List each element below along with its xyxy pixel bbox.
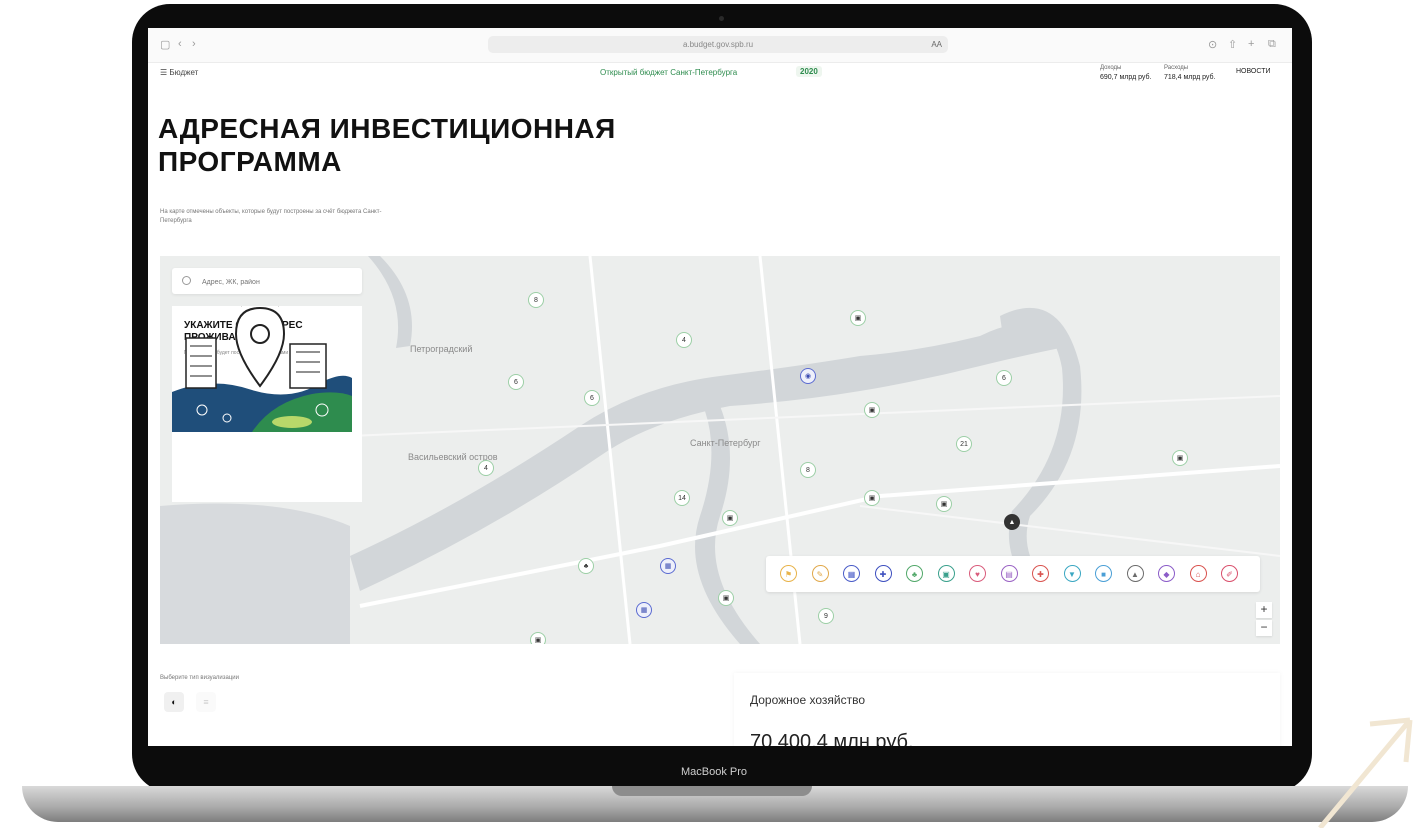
sector-summary-card[interactable]: Дорожное хозяйство 70 400,4 млн руб. bbox=[734, 673, 1280, 746]
view-globe-button[interactable]: ◐ bbox=[164, 692, 184, 712]
map-marker-school[interactable]: ▦ bbox=[636, 602, 652, 618]
stat-value: 718,4 млрд руб. bbox=[1164, 74, 1216, 81]
map-marker-school[interactable]: ▣ bbox=[864, 402, 880, 418]
tabs-overview-icon[interactable]: ⧉ bbox=[1268, 38, 1276, 51]
sidebar-toggle-icon[interactable]: ▢ bbox=[160, 38, 170, 51]
sector-amount: 70 400,4 млн руб. bbox=[750, 731, 914, 746]
school-icon[interactable]: ▦ bbox=[843, 565, 860, 582]
download-icon[interactable]: ⊙ bbox=[1208, 38, 1217, 51]
transport-icon[interactable]: ▣ bbox=[937, 565, 955, 582]
category-filter-bar: ⚑ ✎ ▦ ✚ ♣ ▣ ♥ ▤ ✚ ▼ ■ ▲ ◆ ⌂ ✐ bbox=[766, 556, 1260, 592]
map-marker[interactable]: 6 bbox=[508, 374, 524, 390]
sport-icon[interactable]: ✎ bbox=[811, 565, 829, 582]
map-marker-school[interactable]: ▣ bbox=[722, 510, 738, 526]
map-marker-school[interactable]: ▣ bbox=[850, 310, 866, 326]
news-link[interactable]: НОВОСТИ bbox=[1236, 68, 1271, 75]
title-line-2: ПРОГРАММА bbox=[158, 146, 342, 177]
city-pin-illustration bbox=[172, 306, 352, 432]
water-icon[interactable]: ▼ bbox=[1063, 565, 1081, 582]
title-line-1: АДРЕСНАЯ ИНВЕСТИЦИОННАЯ bbox=[158, 113, 616, 144]
building-icon[interactable]: ▤ bbox=[1000, 565, 1018, 582]
zoom-out-button[interactable]: − bbox=[1256, 620, 1272, 636]
year-selector[interactable]: 2020 bbox=[796, 66, 822, 77]
map-marker-school[interactable]: ▣ bbox=[1172, 450, 1188, 466]
bus-icon[interactable]: ■ bbox=[1095, 565, 1112, 582]
url-text: a.budget.gov.spb.ru bbox=[682, 40, 754, 49]
map-marker-school[interactable]: ▣ bbox=[530, 632, 546, 644]
map-marker[interactable]: 21 bbox=[956, 436, 972, 452]
page-title: АДРЕСНАЯ ИНВЕСТИЦИОННАЯ ПРОГРАММА bbox=[158, 112, 616, 178]
screen: ▢ ‹ › a.budget.gov.spb.ru AA ⊙ ⇧ + ⧉ ☰ Б… bbox=[148, 28, 1292, 746]
address-bar[interactable]: a.budget.gov.spb.ru AA bbox=[488, 36, 948, 53]
header-portal-name: Открытый бюджет Санкт-Петербурга bbox=[600, 68, 738, 77]
map-marker[interactable]: 6 bbox=[584, 390, 600, 406]
browser-toolbar: ▢ ‹ › a.budget.gov.spb.ru AA ⊙ ⇧ + ⧉ bbox=[148, 28, 1292, 63]
map-marker-park[interactable]: ♣ bbox=[578, 558, 594, 574]
laptop-hinge-notch bbox=[612, 786, 812, 796]
forward-arrow-icon[interactable]: › bbox=[192, 38, 196, 50]
map-marker-cluster[interactable]: ◉ bbox=[800, 368, 816, 384]
road-icon[interactable]: ✐ bbox=[1221, 565, 1238, 582]
stat-label: Расходы bbox=[1164, 65, 1189, 71]
map-marker[interactable]: 9 bbox=[818, 608, 834, 624]
map-marker[interactable]: 14 bbox=[674, 490, 690, 506]
decorative-arrow-icon bbox=[1318, 717, 1413, 828]
list-icon: ≡ bbox=[203, 697, 209, 707]
share-icon[interactable]: ⇧ bbox=[1228, 38, 1237, 51]
back-arrow-icon[interactable]: ‹ bbox=[178, 38, 182, 50]
globe-icon: ◐ bbox=[171, 697, 177, 707]
culture-icon[interactable]: ♥ bbox=[969, 565, 986, 582]
church-icon[interactable]: ▲ bbox=[1126, 565, 1144, 582]
address-prompt-card: УКАЖИТЕ СВОЙ АДРЕС ПРОЖИВАНИЯ Покажем, ч… bbox=[172, 306, 362, 502]
map-marker[interactable]: 8 bbox=[800, 462, 816, 478]
map-marker-school[interactable]: ▣ bbox=[864, 490, 880, 506]
map-marker-school[interactable]: ▦ bbox=[660, 558, 676, 574]
stat-value: 690,7 млрд руб. bbox=[1100, 74, 1152, 81]
sector-title: Дорожное хозяйство bbox=[750, 693, 866, 707]
device-brand-label: MacBook Pro bbox=[680, 766, 748, 778]
visualization-label: Выберите тип визуализации bbox=[160, 675, 239, 681]
new-tab-icon[interactable]: + bbox=[1248, 38, 1254, 50]
bay-water bbox=[160, 503, 350, 644]
museum-icon[interactable]: ◆ bbox=[1158, 565, 1175, 582]
map-marker[interactable]: 4 bbox=[478, 460, 494, 476]
investment-map[interactable]: Санкт-Петербург Васильевский остров Петр… bbox=[160, 256, 1280, 644]
camera-icon bbox=[719, 16, 724, 21]
district-label: Петроградский bbox=[410, 344, 473, 354]
site-header: ☰ Бюджет Открытый бюджет Санкт-Петербург… bbox=[148, 62, 1292, 86]
stat-expense: Расходы 718,4 млрд руб. bbox=[1164, 64, 1215, 82]
page-description: На карте отмечены объекты, которые будут… bbox=[160, 209, 382, 224]
education-icon[interactable]: ⚑ bbox=[780, 565, 797, 582]
stat-label: Доходы bbox=[1100, 65, 1122, 71]
map-marker-school[interactable]: ▣ bbox=[936, 496, 952, 512]
view-list-button[interactable]: ≡ bbox=[196, 692, 216, 712]
map-marker[interactable]: 6 bbox=[996, 370, 1012, 386]
health-icon[interactable]: ✚ bbox=[874, 565, 892, 582]
city-label: Санкт-Петербург bbox=[690, 438, 761, 448]
map-marker-school[interactable]: ▣ bbox=[718, 590, 734, 606]
address-search[interactable] bbox=[172, 268, 362, 294]
map-marker-church[interactable]: ▲ bbox=[1004, 514, 1020, 530]
stat-income: Доходы 690,7 млрд руб. bbox=[1100, 64, 1151, 82]
housing-icon[interactable]: ⌂ bbox=[1189, 565, 1207, 582]
text-size-button[interactable]: AA bbox=[931, 36, 942, 53]
zoom-in-button[interactable]: + bbox=[1256, 602, 1272, 618]
address-search-input[interactable] bbox=[200, 273, 354, 291]
hospital-icon[interactable]: ✚ bbox=[1032, 565, 1049, 582]
park-icon[interactable]: ♣ bbox=[906, 565, 923, 582]
map-marker[interactable]: 4 bbox=[676, 332, 692, 348]
search-icon bbox=[182, 276, 191, 285]
budget-menu-button[interactable]: ☰ Бюджет bbox=[160, 68, 198, 77]
map-marker[interactable]: 8 bbox=[528, 292, 544, 308]
